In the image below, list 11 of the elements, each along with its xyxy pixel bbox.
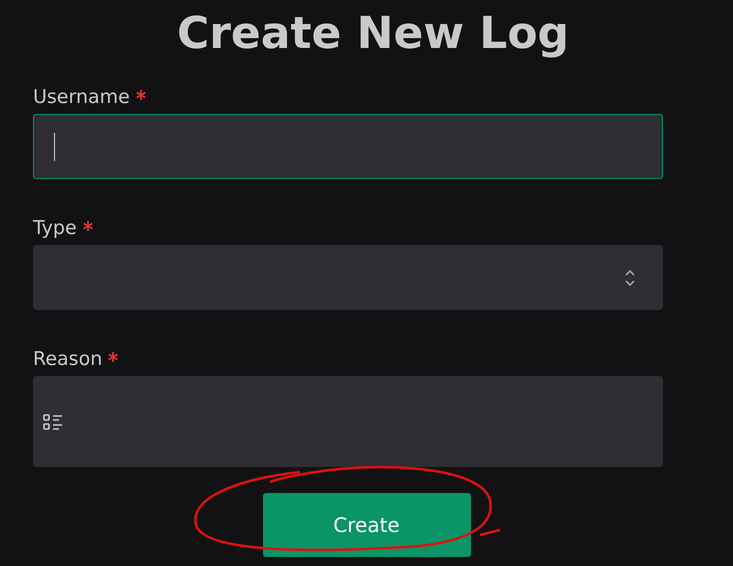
- field-label: Type: [33, 216, 77, 241]
- list-icon: [43, 413, 63, 431]
- field-label: Username: [33, 84, 130, 110]
- reason-field[interactable]: [33, 376, 663, 467]
- username-field[interactable]: [33, 114, 663, 179]
- create-button[interactable]: Create: [262, 493, 470, 557]
- field-label: Reason: [33, 346, 102, 372]
- text-cursor: [54, 132, 55, 160]
- page-title: Create New Log: [176, 8, 570, 60]
- chevron-up-down-icon: [624, 269, 636, 287]
- type-select[interactable]: [33, 245, 663, 310]
